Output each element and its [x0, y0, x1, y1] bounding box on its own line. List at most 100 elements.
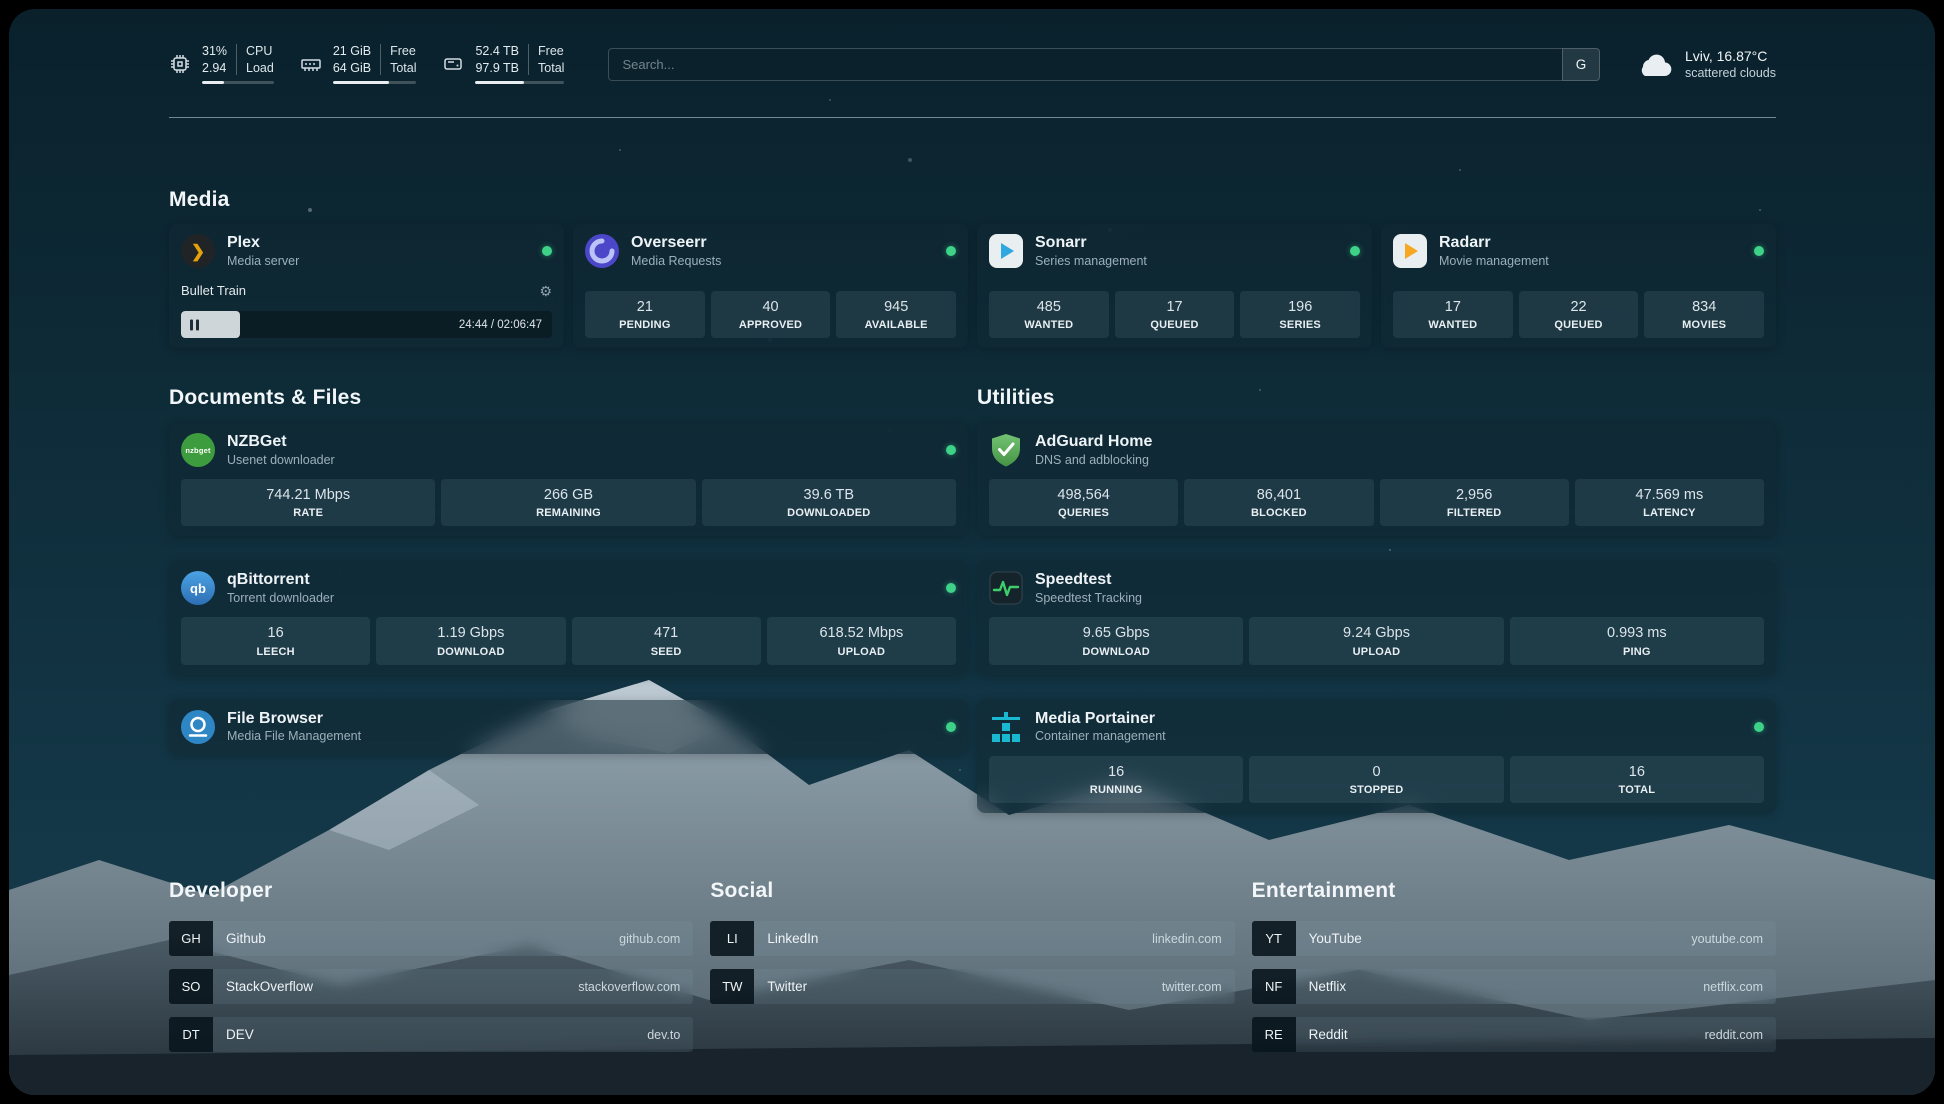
app-card-adguard[interactable]: AdGuard Home DNS and adblocking 498,564 …: [977, 423, 1776, 536]
stat-value: 2,956: [1382, 487, 1567, 504]
stat-label: DOWNLOAD: [378, 646, 563, 658]
bookmark-item[interactable]: DT DEV dev.to: [169, 1017, 693, 1052]
app-name: Overseerr: [631, 234, 721, 252]
stat-label: QUEUED: [1521, 319, 1637, 331]
playback-progress-bar[interactable]: 24:44 / 02:06:47: [181, 311, 552, 338]
stat-label: SEED: [574, 646, 759, 658]
stat-label: RATE: [183, 507, 433, 519]
disk-label-2: Total: [538, 61, 564, 75]
ram-free-value: 21 GiB: [333, 44, 371, 58]
app-description: Container management: [1035, 729, 1166, 743]
app-name: Speedtest: [1035, 571, 1142, 589]
stat-label: STOPPED: [1251, 784, 1501, 796]
stat-label: WANTED: [1395, 319, 1511, 331]
stat-box: 0.993 ms PING: [1510, 617, 1764, 664]
stat-label: FILTERED: [1382, 507, 1567, 519]
social-section-title: Social: [710, 879, 1234, 903]
bookmark-url: linkedin.com: [1152, 932, 1221, 946]
bookmark-abbr-badge: LI: [710, 921, 754, 956]
stat-box: 945 AVAILABLE: [836, 291, 956, 338]
bookmark-group-social: Social LI LinkedIn linkedin.com TW Twitt…: [710, 879, 1234, 1052]
disk-widget: 52.4 TB 97.9 TB Free Total: [442, 44, 564, 84]
app-card-nzbget[interactable]: nzbget NZBGet Usenet downloader 744.21 M…: [169, 423, 968, 536]
stat-value: 0.993 ms: [1512, 625, 1762, 642]
app-card-radarr[interactable]: Radarr Movie management 17 WANTED: [1381, 224, 1776, 348]
header-divider: [169, 117, 1776, 118]
ram-progress-bar: [333, 81, 417, 84]
stat-value: 485: [991, 299, 1107, 316]
stat-box: 744.21 Mbps RATE: [181, 479, 435, 526]
app-card-portainer[interactable]: Media Portainer Container management 16 …: [977, 700, 1776, 813]
ram-label-1: Free: [390, 44, 416, 58]
app-card-sonarr[interactable]: Sonarr Series management 485 WANTED: [977, 224, 1372, 348]
cpu-icon: [169, 53, 191, 75]
app-description: Series management: [1035, 254, 1147, 268]
bookmark-url: stackoverflow.com: [578, 980, 680, 994]
stat-label: WANTED: [991, 319, 1107, 331]
bookmark-url: dev.to: [647, 1028, 680, 1042]
bookmark-url: netflix.com: [1703, 980, 1763, 994]
app-card-speedtest[interactable]: Speedtest Speedtest Tracking 9.65 Gbps D…: [977, 561, 1776, 674]
stat-box: 9.24 Gbps UPLOAD: [1249, 617, 1503, 664]
stat-value: 40: [713, 299, 829, 316]
stat-value: 17: [1117, 299, 1233, 316]
bookmark-abbr-badge: RE: [1252, 1017, 1296, 1052]
bookmark-item[interactable]: YT YouTube youtube.com: [1252, 921, 1776, 956]
stat-value: 22: [1521, 299, 1637, 316]
bookmark-abbr-badge: SO: [169, 969, 213, 1004]
stat-label: LEECH: [183, 646, 368, 658]
weather-widget[interactable]: Lviv, 16.87°C scattered clouds: [1636, 48, 1776, 80]
stat-label: APPROVED: [713, 319, 829, 331]
developer-section-title: Developer: [169, 879, 693, 903]
stat-value: 16: [1512, 764, 1762, 781]
app-description: Media Requests: [631, 254, 721, 268]
stat-value: 471: [574, 625, 759, 642]
bookmark-item[interactable]: NF Netflix netflix.com: [1252, 969, 1776, 1004]
app-card-qbittorrent[interactable]: qb qBittorrent Torrent downloader 16 LEE: [169, 561, 968, 674]
stat-value: 744.21 Mbps: [183, 487, 433, 504]
stat-value: 1.19 Gbps: [378, 625, 563, 642]
bookmark-abbr-badge: NF: [1252, 969, 1296, 1004]
stat-box: 1.19 Gbps DOWNLOAD: [376, 617, 565, 664]
bookmark-item[interactable]: TW Twitter twitter.com: [710, 969, 1234, 1004]
status-indicator: [1350, 246, 1360, 256]
stat-value: 9.24 Gbps: [1251, 625, 1501, 642]
disk-free-value: 52.4 TB: [475, 44, 519, 58]
stat-box: 16 TOTAL: [1510, 756, 1764, 803]
bookmark-url: github.com: [619, 932, 680, 946]
app-description: Speedtest Tracking: [1035, 591, 1142, 605]
bookmark-name: DEV: [226, 1027, 254, 1042]
bookmark-item[interactable]: RE Reddit reddit.com: [1252, 1017, 1776, 1052]
status-indicator: [946, 583, 956, 593]
adguard-icon: [989, 433, 1023, 467]
app-description: DNS and adblocking: [1035, 453, 1152, 467]
bookmark-abbr-badge: GH: [169, 921, 213, 956]
bookmark-group-entertainment: Entertainment YT YouTube youtube.com NF …: [1252, 879, 1776, 1052]
app-card-filebrowser[interactable]: File Browser Media File Management: [169, 700, 968, 754]
app-card-plex[interactable]: ❯ Plex Media server Bullet Train ⚙: [169, 224, 564, 348]
status-indicator: [1754, 246, 1764, 256]
app-description: Media File Management: [227, 729, 361, 743]
search-engine-button[interactable]: G: [1562, 48, 1600, 81]
bookmark-abbr-badge: YT: [1252, 921, 1296, 956]
gear-icon[interactable]: ⚙: [539, 284, 552, 298]
bookmark-name: Github: [226, 931, 266, 946]
stat-box: 471 SEED: [572, 617, 761, 664]
entertainment-section-title: Entertainment: [1252, 879, 1776, 903]
disk-icon: [442, 53, 464, 75]
section-documents-files: Documents & Files nzbget NZBGet Usenet d…: [169, 386, 968, 813]
documents-section-title: Documents & Files: [169, 386, 968, 410]
stat-value: 618.52 Mbps: [769, 625, 954, 642]
bookmark-item[interactable]: GH Github github.com: [169, 921, 693, 956]
sonarr-icon: [989, 234, 1023, 268]
plex-icon: ❯: [181, 234, 215, 268]
pause-icon[interactable]: [190, 319, 199, 330]
search-input[interactable]: [608, 48, 1562, 81]
status-indicator: [946, 445, 956, 455]
status-indicator: [542, 246, 552, 256]
speedtest-icon: [989, 571, 1023, 605]
bookmark-item[interactable]: SO StackOverflow stackoverflow.com: [169, 969, 693, 1004]
app-name: qBittorrent: [227, 571, 334, 589]
app-card-overseerr[interactable]: Overseerr Media Requests 21 PENDING: [573, 224, 968, 348]
bookmark-item[interactable]: LI LinkedIn linkedin.com: [710, 921, 1234, 956]
